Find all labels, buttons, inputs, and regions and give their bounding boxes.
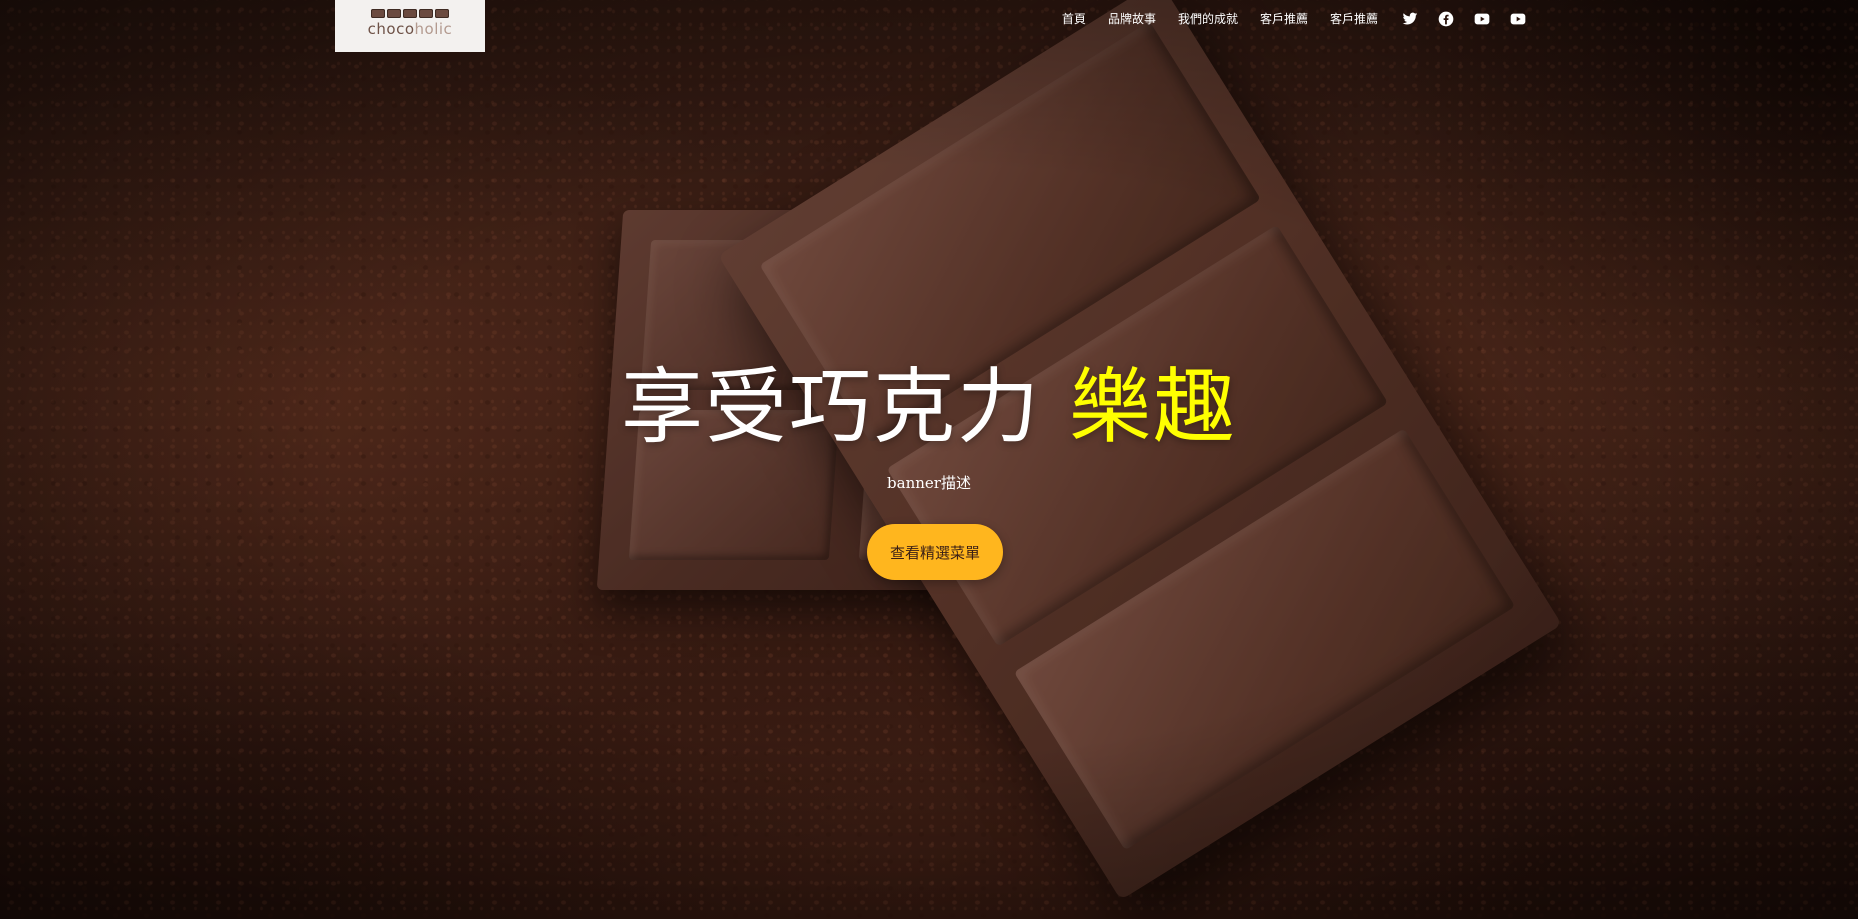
hero-vignette [0, 0, 1858, 919]
facebook-icon[interactable] [1438, 11, 1454, 27]
logo-text: chocoholic [367, 19, 453, 38]
nav-item-testimonials[interactable]: 客戶推薦 [1260, 8, 1308, 30]
nav-item-brand-story[interactable]: 品牌故事 [1108, 8, 1156, 30]
logo[interactable]: chocoholic [335, 0, 485, 52]
nav-item-home[interactable]: 首頁 [1062, 8, 1086, 30]
nav-item-achievements[interactable]: 我們的成就 [1178, 8, 1238, 30]
social-links [1402, 11, 1526, 27]
youtube-icon[interactable] [1510, 11, 1526, 27]
logo-chocolate-bar-icon [371, 8, 449, 18]
hero-headline: 享受巧克力 樂趣 [0, 358, 1858, 458]
main-navigation: 首頁 品牌故事 我們的成就 客戶推薦 客戶推薦 [1062, 8, 1526, 30]
headline-highlight-text: 樂趣 [1069, 360, 1238, 455]
nav-item-testimonials-2[interactable]: 客戶推薦 [1330, 8, 1378, 30]
hero-banner: chocoholic 首頁 品牌故事 我們的成就 客戶推薦 客戶推薦 享受巧克力… [0, 0, 1858, 919]
headline-main-text: 享受巧克力 [620, 360, 1070, 455]
twitter-icon[interactable] [1402, 11, 1418, 27]
youtube-icon[interactable] [1474, 11, 1490, 27]
hero-description: banner描述 [887, 474, 971, 492]
view-menu-button[interactable]: 查看精選菜單 [867, 524, 1003, 580]
